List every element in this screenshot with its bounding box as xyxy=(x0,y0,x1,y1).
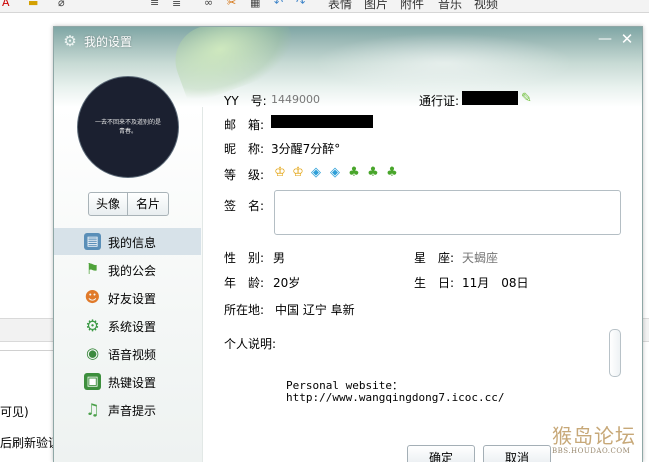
editor-divider xyxy=(0,350,53,351)
toolbar-video[interactable]: 视频 xyxy=(474,0,498,12)
align-left-icon[interactable]: ≡ xyxy=(150,0,159,9)
redo-icon[interactable]: ↷ xyxy=(296,0,305,9)
leaf-icon: ♣ xyxy=(367,165,379,180)
sidebar-item-label: 语音视频 xyxy=(108,348,157,362)
font-color-icon[interactable]: A xyxy=(2,0,10,9)
avatar-button[interactable]: 头像 xyxy=(88,192,128,216)
location-value: 中国 辽宁 阜新 xyxy=(275,303,355,317)
crown-icon: ♔ xyxy=(292,165,304,180)
edit-pencil-icon[interactable]: ✎ xyxy=(521,92,535,106)
yy-number-value: 1449000 xyxy=(271,93,320,106)
watermark-main: 猴岛论坛 xyxy=(552,424,636,448)
description-scrollbar[interactable] xyxy=(609,329,621,377)
highlight-icon[interactable]: ▬ xyxy=(28,0,38,9)
sidebar-item-label: 我的信息 xyxy=(108,236,157,250)
eraser-icon[interactable]: ⌀ xyxy=(58,0,65,9)
email-redacted xyxy=(271,115,373,128)
toolbar-attachment[interactable]: 附件 xyxy=(400,0,424,12)
editor-text-line: 可见) xyxy=(0,405,29,419)
settings-dialog: ⚙ 我的设置 — ✕ 一去不回来不及道别的是青春。 头像 名片 ▤ 我的信息 ⚑… xyxy=(53,26,643,462)
zodiac-value: 天蝎座 xyxy=(462,251,499,265)
birthday-value: 11月 08日 xyxy=(462,276,529,290)
gear-icon: ⚙ xyxy=(85,316,100,335)
sidebar-item-label: 好友设置 xyxy=(108,292,157,306)
sidebar-item-label: 热键设置 xyxy=(108,376,157,390)
diamond-icon: ◈ xyxy=(311,165,321,180)
passport-redacted xyxy=(462,91,518,105)
sidebar-item-sound-alerts[interactable]: ♫ 声音提示 xyxy=(54,396,201,423)
toolbar-music[interactable]: 音乐 xyxy=(438,0,462,12)
undo-icon[interactable]: ↶ xyxy=(274,0,283,9)
editor-toolbar: A ▬ ⌀ ≡ ≣ ∞ ✂ ▦ ↶ ↷ 表情 图片 附件 音乐 视频 xyxy=(0,0,649,13)
signature-input[interactable] xyxy=(274,190,621,235)
level-label: 等 级: xyxy=(224,168,265,182)
diamond-icon: ◈ xyxy=(330,165,340,180)
editor-left-strip xyxy=(0,318,53,342)
unlink-icon[interactable]: ✂ xyxy=(227,0,236,9)
description-label: 个人说明: xyxy=(224,337,277,351)
music-note-icon: ♫ xyxy=(85,400,100,419)
link-icon[interactable]: ∞ xyxy=(204,0,213,9)
watermark-logo: 猴岛论坛 BBS.HOUDAO.COM xyxy=(552,420,647,458)
sidebar-item-label: 声音提示 xyxy=(108,404,157,418)
age-value: 20岁 xyxy=(273,276,301,290)
gender-label: 性 别: xyxy=(224,251,265,265)
friends-icon: ☻ xyxy=(84,288,101,306)
nickname-label: 昵 称: xyxy=(224,142,265,156)
description-line: http://www.wangqingdong7.icoc.cc/ xyxy=(286,391,505,404)
sidebar-item-label: 我的公会 xyxy=(108,264,157,278)
webcam-icon: ◉ xyxy=(85,344,100,362)
avatar[interactable]: 一去不回来不及道别的是青春。 xyxy=(77,76,179,178)
birthday-label: 生 日: xyxy=(414,276,455,290)
signature-label: 签 名: xyxy=(224,199,265,213)
age-label: 年 龄: xyxy=(224,276,265,290)
location-label: 所在地: xyxy=(224,303,265,317)
table-icon[interactable]: ▦ xyxy=(250,0,260,9)
nickname-value: 3分醒7分醉° xyxy=(271,142,341,156)
flag-icon: ⚑ xyxy=(85,260,100,278)
dialog-title: 我的设置 xyxy=(84,35,133,49)
close-button[interactable]: ✕ xyxy=(618,30,636,48)
toolbar-image[interactable]: 图片 xyxy=(364,0,388,12)
avatar-caption: 一去不回来不及道别的是青春。 xyxy=(94,119,161,135)
toolbar-emoticon[interactable]: 表情 xyxy=(328,0,352,12)
align-justify-icon[interactable]: ≣ xyxy=(172,0,181,9)
sidebar-item-friend-settings[interactable]: ☻ 好友设置 xyxy=(54,284,201,311)
sidebar-item-hotkey-settings[interactable]: ▣ 热键设置 xyxy=(54,368,201,395)
leaf-icon: ♣ xyxy=(348,165,360,180)
zodiac-label: 星 座: xyxy=(414,251,455,265)
gender-value: 男 xyxy=(273,251,286,265)
email-label: 邮 箱: xyxy=(224,118,265,132)
passport-label: 通行证: xyxy=(419,94,460,108)
sidebar-item-system-settings[interactable]: ⚙ 系统设置 xyxy=(54,312,201,339)
editor-text-line: 后刷新验证 xyxy=(0,436,61,450)
sidebar-item-my-guild[interactable]: ⚑ 我的公会 xyxy=(54,256,201,283)
minimize-button[interactable]: — xyxy=(596,30,614,48)
card-button[interactable]: 名片 xyxy=(127,192,169,216)
hotkey-icon: ▣ xyxy=(84,373,101,390)
sidebar-item-my-info[interactable]: ▤ 我的信息 xyxy=(54,228,201,255)
ok-button[interactable]: 确定 xyxy=(407,445,475,462)
sidebar-item-label: 系统设置 xyxy=(108,320,157,334)
sidebar-item-voice-video[interactable]: ◉ 语音视频 xyxy=(54,340,201,367)
cancel-button[interactable]: 取消 xyxy=(483,445,551,462)
profile-card-icon: ▤ xyxy=(84,233,101,250)
leaf-icon: ♣ xyxy=(386,165,398,180)
crown-icon: ♔ xyxy=(274,165,286,180)
light-decoration xyxy=(314,33,574,93)
gear-icon: ⚙ xyxy=(63,32,77,50)
yy-number-label: YY 号: xyxy=(224,94,267,108)
